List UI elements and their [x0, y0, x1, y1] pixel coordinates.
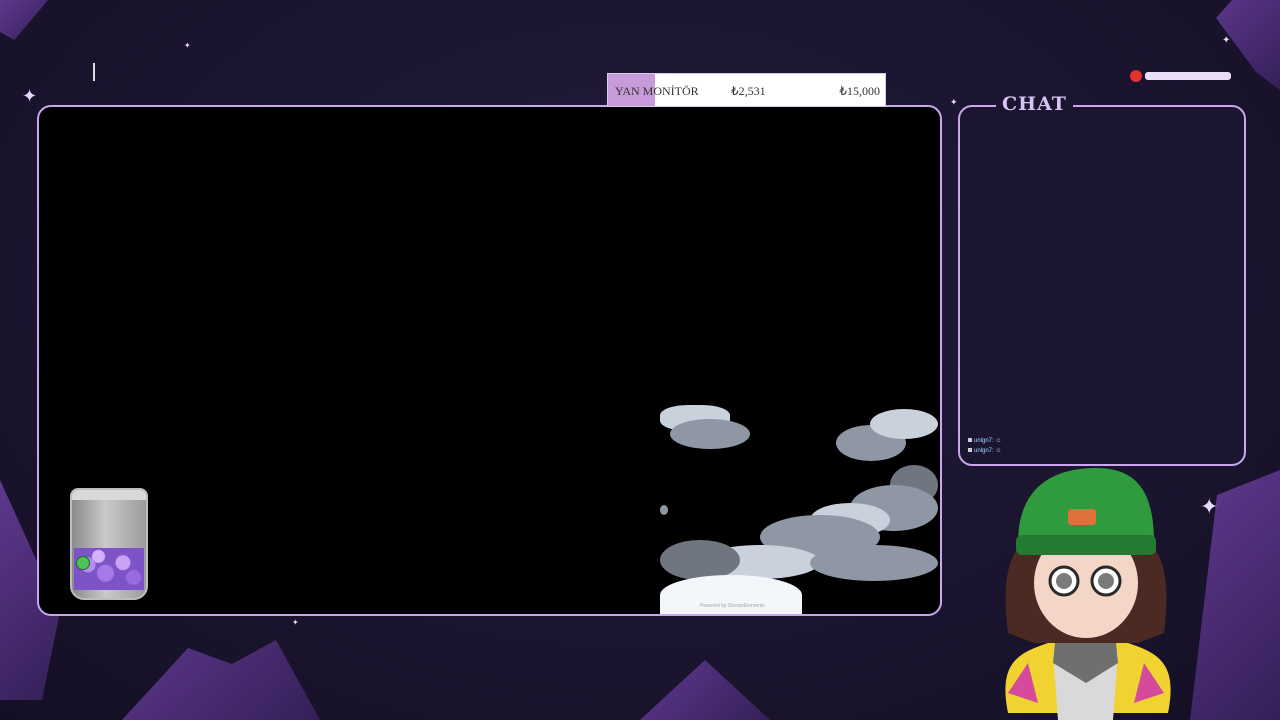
chat-panel	[958, 105, 1246, 466]
text-cursor	[93, 63, 95, 81]
badge-icon	[968, 448, 972, 453]
chat-message-list: unlgn7: ☺ unlgn7: ☺	[968, 436, 1002, 456]
sparkle-icon: ✦	[1200, 495, 1219, 520]
tip-jar-gem-icon	[76, 556, 90, 570]
crystal-bottom-mid	[640, 660, 770, 720]
chat-title: CHAT	[996, 93, 1073, 115]
sparkle-icon: ✦	[22, 86, 38, 107]
donation-goal-bar: YAN MONİTÖR ₺2,531 ₺15,000	[607, 73, 886, 107]
goal-label: YAN MONİTÖR	[615, 84, 699, 98]
sparkle-icon: ✦	[950, 98, 958, 108]
crystal-top-left	[0, 0, 48, 40]
emote-icon: ☺	[995, 448, 1002, 454]
game-capture-frame: Powered by StreamElements	[37, 105, 942, 616]
goal-target-amount: ₺15,000	[839, 84, 880, 98]
cloud-overlay: Powered by StreamElements	[660, 405, 938, 614]
streamer-avatar	[1005, 468, 1171, 720]
emote-icon: ☺	[995, 438, 1002, 444]
watermark-text: Powered by StreamElements	[700, 603, 765, 609]
badge-icon	[968, 438, 972, 443]
chat-message: unlgn7: ☺	[968, 436, 1002, 446]
sparkle-icon: ✦	[292, 618, 299, 627]
tip-jar-icon	[70, 488, 148, 600]
brand-logo-icon	[1130, 70, 1231, 82]
sparkle-icon: ✦	[184, 41, 191, 50]
sparkle-icon: ✦	[1222, 35, 1231, 46]
goal-current-amount: ₺2,531	[731, 84, 766, 98]
chat-message: unlgn7: ☺	[968, 446, 1002, 456]
crystal-bottom-left	[122, 640, 320, 720]
